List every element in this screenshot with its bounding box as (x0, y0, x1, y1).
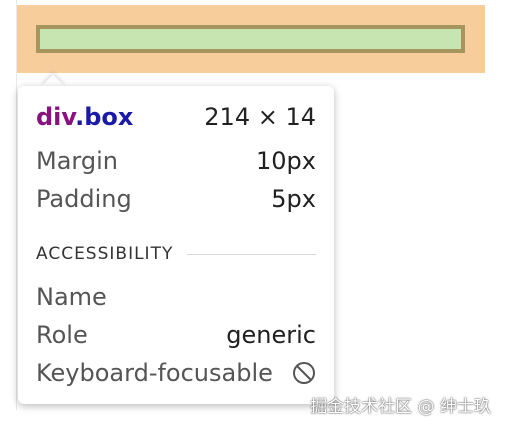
name-label: Name (36, 283, 107, 311)
keyboard-focusable-row: Keyboard-focusable (36, 358, 316, 388)
page-left-edge (0, 0, 17, 410)
element-class: .box (75, 103, 134, 131)
margin-value: 10px (256, 147, 316, 175)
role-label: Role (36, 321, 88, 349)
section-divider (187, 253, 316, 255)
content-overlay[interactable] (40, 29, 461, 49)
accessibility-title: ACCESSIBILITY (36, 244, 174, 264)
element-tag: div (36, 103, 76, 131)
padding-label: Padding (36, 185, 132, 213)
role-row: Role generic (36, 320, 316, 350)
margin-label: Margin (36, 147, 118, 175)
tooltip-arrow-join (38, 86, 68, 96)
element-header-row: div.box 214 × 14 (36, 102, 316, 132)
padding-value: 5px (271, 185, 316, 213)
element-selector: div.box (36, 102, 133, 132)
role-value: generic (226, 321, 316, 349)
padding-row: Padding 5px (36, 184, 316, 214)
inspect-tooltip: div.box 214 × 14 Margin 10px Padding 5px… (18, 86, 334, 404)
name-row: Name (36, 282, 316, 312)
not-allowed-icon (292, 361, 316, 385)
devtools-inspect-view: div.box 214 × 14 Margin 10px Padding 5px… (0, 0, 505, 427)
watermark-text: 掘金技术社区 @ 绅士玖 (310, 397, 491, 417)
margin-row: Margin 10px (36, 146, 316, 176)
keyboard-focusable-label: Keyboard-focusable (36, 359, 273, 387)
accessibility-section-header: ACCESSIBILITY (36, 242, 316, 266)
element-dimensions: 214 × 14 (204, 103, 316, 131)
